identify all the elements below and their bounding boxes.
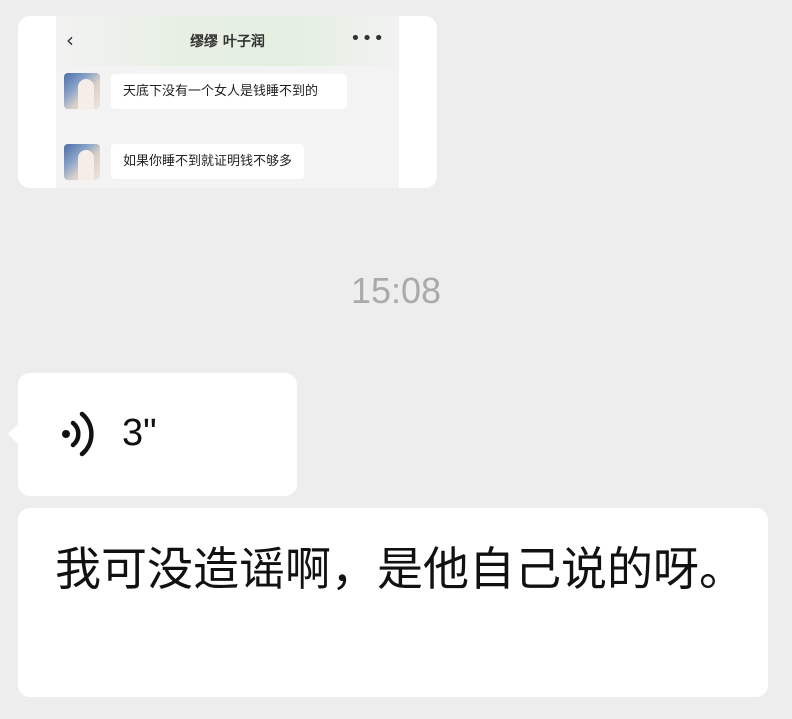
inner-chat-screenshot: ‹ 缪缪 叶子润 ••• 天底下没有一个女人是钱睡不到的 如果你睡不到就证明钱不… (56, 16, 399, 188)
voice-wave-icon (62, 411, 94, 457)
text-message-content: 我可没造谣啊，是他自己说的呀。 (55, 542, 745, 596)
more-dots-icon: ••• (350, 28, 385, 49)
inner-chat-title: 缪缪 叶子润 (190, 34, 265, 50)
image-message[interactable]: ‹ 缪缪 叶子润 ••• 天底下没有一个女人是钱睡不到的 如果你睡不到就证明钱不… (18, 16, 437, 188)
avatar (64, 144, 100, 180)
inner-message-bubble: 天底下没有一个女人是钱睡不到的 (111, 74, 347, 109)
inner-chat-header: ‹ 缪缪 叶子润 ••• (56, 16, 399, 66)
voice-duration: 3" (122, 412, 157, 454)
avatar (64, 73, 100, 109)
inner-message-bubble: 如果你睡不到就证明钱不够多 (111, 144, 305, 179)
chat-screen: ‹ 缪缪 叶子润 ••• 天底下没有一个女人是钱睡不到的 如果你睡不到就证明钱不… (0, 0, 792, 719)
message-timestamp: 15:08 (350, 270, 442, 311)
